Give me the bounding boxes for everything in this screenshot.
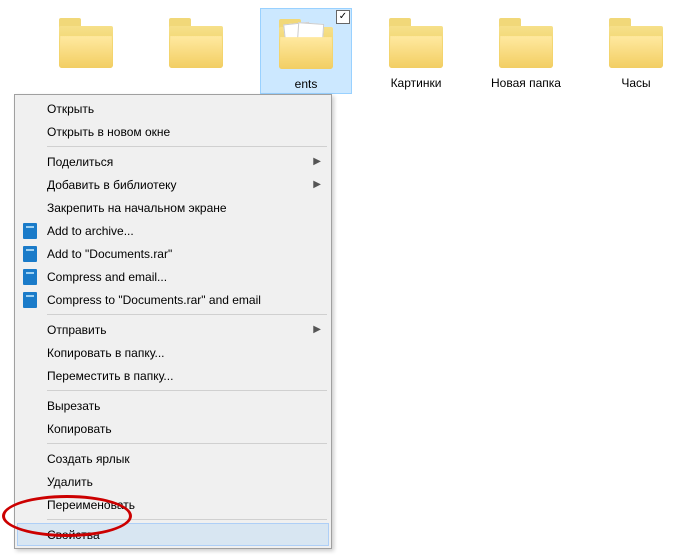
folder-label: ents bbox=[295, 77, 318, 91]
menu-properties[interactable]: Свойства bbox=[17, 523, 329, 546]
folder-icon bbox=[491, 10, 561, 70]
menu-rename[interactable]: Переименовать bbox=[17, 493, 329, 516]
folder-icon bbox=[51, 10, 121, 70]
menu-label: Переместить в папку... bbox=[47, 369, 173, 383]
menu-label: Открыть bbox=[47, 102, 94, 116]
archive-icon bbox=[21, 222, 39, 240]
menu-separator bbox=[47, 314, 327, 315]
menu-label: Compress to "Documents.rar" and email bbox=[47, 293, 261, 307]
menu-label: Свойства bbox=[47, 528, 100, 542]
menu-copy-to-folder[interactable]: Копировать в папку... bbox=[17, 341, 329, 364]
menu-add-to-library[interactable]: Добавить в библиотеку ▶ bbox=[17, 173, 329, 196]
folder-item-selected[interactable]: ✓ ents bbox=[260, 8, 352, 94]
menu-separator bbox=[47, 390, 327, 391]
folder-grid: ✓ ents Картинки Новая папка Часы bbox=[0, 8, 694, 94]
folder-icon bbox=[271, 11, 341, 71]
folder-label: Новая папка bbox=[491, 76, 561, 90]
menu-add-to-archive[interactable]: Add to archive... bbox=[17, 219, 329, 242]
folder-icon bbox=[601, 10, 671, 70]
menu-label: Открыть в новом окне bbox=[47, 125, 170, 139]
menu-compress-documents-and-email[interactable]: Compress to "Documents.rar" and email bbox=[17, 288, 329, 311]
folder-item[interactable] bbox=[150, 8, 242, 94]
menu-separator bbox=[47, 443, 327, 444]
menu-label: Удалить bbox=[47, 475, 93, 489]
menu-separator bbox=[47, 519, 327, 520]
menu-move-to-folder[interactable]: Переместить в папку... bbox=[17, 364, 329, 387]
archive-icon bbox=[21, 245, 39, 263]
menu-add-to-documents-rar[interactable]: Add to "Documents.rar" bbox=[17, 242, 329, 265]
menu-label: Добавить в библиотеку bbox=[47, 178, 177, 192]
menu-send-to[interactable]: Отправить ▶ bbox=[17, 318, 329, 341]
menu-label: Копировать в папку... bbox=[47, 346, 165, 360]
folder-label: Картинки bbox=[391, 76, 442, 90]
menu-label: Add to "Documents.rar" bbox=[47, 247, 172, 261]
submenu-arrow-icon: ▶ bbox=[313, 156, 321, 167]
menu-compress-and-email[interactable]: Compress and email... bbox=[17, 265, 329, 288]
folder-item[interactable]: Картинки bbox=[370, 8, 462, 94]
menu-label: Вырезать bbox=[47, 399, 100, 413]
menu-create-shortcut[interactable]: Создать ярлык bbox=[17, 447, 329, 470]
menu-cut[interactable]: Вырезать bbox=[17, 394, 329, 417]
menu-label: Add to archive... bbox=[47, 224, 134, 238]
archive-icon bbox=[21, 291, 39, 309]
menu-label: Закрепить на начальном экране bbox=[47, 201, 227, 215]
menu-label: Отправить bbox=[47, 323, 107, 337]
archive-icon bbox=[21, 268, 39, 286]
folder-icon bbox=[161, 10, 231, 70]
menu-separator bbox=[47, 146, 327, 147]
menu-label: Копировать bbox=[47, 422, 112, 436]
menu-label: Compress and email... bbox=[47, 270, 167, 284]
menu-pin-to-start[interactable]: Закрепить на начальном экране bbox=[17, 196, 329, 219]
folder-item[interactable]: Часы bbox=[590, 8, 682, 94]
folder-label: Часы bbox=[621, 76, 650, 90]
menu-delete[interactable]: Удалить bbox=[17, 470, 329, 493]
menu-open[interactable]: Открыть bbox=[17, 97, 329, 120]
submenu-arrow-icon: ▶ bbox=[313, 324, 321, 335]
context-menu: Открыть Открыть в новом окне Поделиться ▶… bbox=[14, 94, 332, 549]
folder-item[interactable] bbox=[40, 8, 132, 94]
folder-item[interactable]: Новая папка bbox=[480, 8, 572, 94]
menu-open-new-window[interactable]: Открыть в новом окне bbox=[17, 120, 329, 143]
menu-share[interactable]: Поделиться ▶ bbox=[17, 150, 329, 173]
folder-icon bbox=[381, 10, 451, 70]
menu-copy[interactable]: Копировать bbox=[17, 417, 329, 440]
menu-label: Поделиться bbox=[47, 155, 113, 169]
menu-label: Переименовать bbox=[47, 498, 135, 512]
submenu-arrow-icon: ▶ bbox=[313, 179, 321, 190]
menu-label: Создать ярлык bbox=[47, 452, 130, 466]
